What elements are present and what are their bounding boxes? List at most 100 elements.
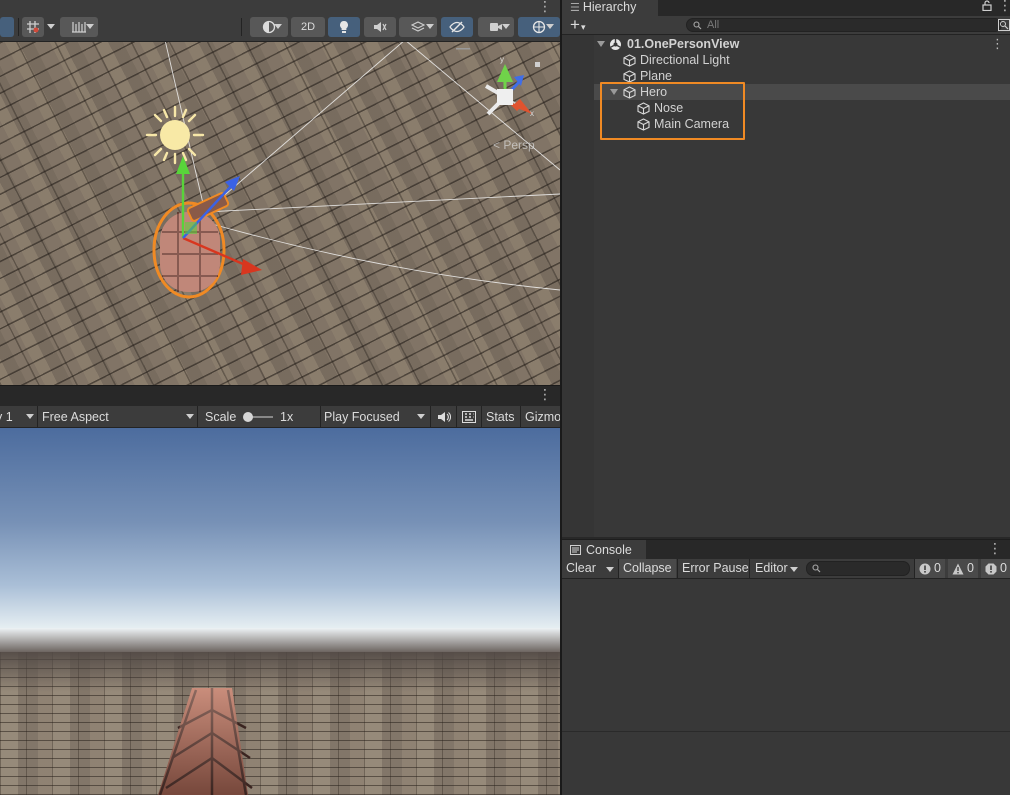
kebab-icon[interactable]: ⋮ (538, 0, 552, 13)
tab-hierarchy-label: Hierarchy (582, 0, 637, 14)
game-tabbar: ⋮ (0, 385, 560, 406)
scene-visibility-button[interactable] (441, 17, 473, 37)
editor-dropdown-arrow[interactable] (790, 567, 798, 572)
increment-snap-dropdown-arrow[interactable] (86, 24, 94, 29)
kebab-icon[interactable]: ⋮ (988, 541, 1002, 555)
2d-mode-label: 2D (300, 21, 316, 33)
scene-name: 01.OnePersonView (627, 37, 740, 51)
lighting-toggle-button[interactable] (328, 17, 360, 37)
search-icon (812, 564, 821, 573)
2d-mode-button[interactable]: 2D (291, 17, 325, 37)
hero-nose-in-view (158, 688, 253, 795)
play-mode-dropdown-arrow[interactable] (417, 414, 425, 419)
lock-icon[interactable] (982, 0, 992, 11)
tab-hierarchy[interactable]: ☰ Hierarchy (562, 0, 658, 16)
annotation-highlight-box (600, 82, 745, 140)
scene-view[interactable]: y x < Persp (0, 42, 560, 385)
directional-light-gizmo[interactable] (145, 105, 205, 165)
kebab-icon[interactable]: ⋮ (991, 36, 1004, 52)
hierarchy-item-directional-light[interactable]: Directional Light (594, 52, 1010, 68)
toolbar-separator (197, 406, 198, 427)
kebab-icon[interactable]: ⋮ (998, 0, 1010, 12)
info-count: 0 (934, 561, 941, 575)
orientation-gizmo[interactable]: y x (484, 55, 540, 118)
scale-label: Scale (205, 410, 237, 424)
info-filter-toggle[interactable]: 0 (915, 559, 945, 578)
console-toolbar: Clear Collapse Error Pause Editor 0 0 0 (562, 559, 1010, 579)
hierarchy-search-placeholder: All (707, 19, 720, 31)
speaker-icon[interactable] (437, 411, 451, 423)
play-mode-select[interactable]: Play Focused (324, 410, 400, 424)
warning-count: 0 (967, 561, 974, 575)
warning-icon (952, 563, 964, 575)
increment-snap-icon (72, 22, 86, 33)
search-icon (693, 21, 702, 30)
gizmo-axis-y-label: y (500, 55, 504, 64)
hierarchy-tabbar: ☰ Hierarchy ⋮ (562, 0, 1010, 16)
scene-root-row[interactable]: 01.OnePersonView ⋮ (594, 36, 1010, 52)
error-count: 0 (1000, 561, 1007, 575)
add-object-button[interactable]: +▾ (570, 15, 585, 35)
effects-dropdown-arrow[interactable] (426, 24, 434, 29)
kebab-icon[interactable]: ⋮ (538, 387, 552, 401)
scale-slider-handle[interactable] (243, 412, 253, 422)
grid-snap-button[interactable] (22, 17, 44, 37)
unity-scene-icon (610, 39, 621, 50)
camera-settings-dropdown-arrow[interactable] (502, 24, 510, 29)
editor-target-select[interactable]: Editor (751, 559, 792, 578)
tab-console-label: Console (586, 543, 632, 557)
gizmos-dropdown-arrow[interactable] (546, 24, 554, 29)
list-icon: ☰ (570, 2, 580, 14)
info-icon (919, 563, 931, 575)
stats-button[interactable]: Stats (486, 410, 515, 424)
game-view[interactable] (0, 428, 560, 795)
search-scope-icon[interactable] (998, 19, 1010, 31)
tab-console[interactable]: Console (562, 540, 646, 560)
overlay-handle[interactable] (456, 48, 470, 50)
console-detail-pane[interactable] (562, 731, 1010, 795)
toolbar-separator (456, 406, 457, 427)
layers-effects-icon (411, 21, 425, 32)
gameobject-cube-icon (623, 54, 636, 67)
display-dropdown-arrow[interactable] (26, 414, 34, 419)
error-filter-toggle[interactable]: 0 (981, 559, 1010, 578)
expand-triangle-icon[interactable] (597, 41, 605, 47)
transform-tool-button[interactable] (0, 17, 14, 37)
scale-value: 1x (280, 410, 294, 424)
hero-object[interactable] (152, 192, 230, 299)
error-pause-toggle[interactable]: Error Pause (678, 559, 753, 578)
toolbar-separator (37, 406, 38, 427)
toolbar-separator (520, 406, 521, 427)
scene-toolbar: 2D ⋮ (0, 0, 560, 42)
draw-mode-dropdown-arrow[interactable] (274, 24, 282, 29)
toolbar-separator (18, 18, 19, 36)
scene-overlay: y x (145, 42, 560, 299)
console-log-list[interactable] (562, 579, 1010, 731)
draw-mode-button[interactable] (250, 17, 288, 37)
eye-hidden-icon (449, 21, 465, 33)
clear-button[interactable]: Clear (562, 559, 600, 578)
gizmo-globe-icon (532, 20, 546, 34)
aspect-select[interactable]: Free Aspect (42, 410, 109, 424)
toolbar-separator (241, 18, 242, 36)
gizmos-button[interactable]: Gizmo (525, 410, 560, 424)
scene-persp-label[interactable]: < Persp (493, 138, 535, 152)
hierarchy-toolbar: +▾ All (562, 15, 1010, 35)
keyboard-icon[interactable] (462, 411, 476, 423)
grid-snap-icon (27, 21, 39, 33)
grid-snap-dropdown-arrow[interactable] (47, 24, 55, 29)
error-icon (985, 563, 997, 575)
console-search-input[interactable] (806, 561, 910, 576)
toolbar-separator (749, 559, 750, 578)
game-toolbar: y 1 Free Aspect Scale 1x Play Focused St… (0, 406, 560, 428)
warning-filter-toggle[interactable]: 0 (948, 559, 978, 578)
audio-toggle-button[interactable] (364, 17, 396, 37)
collapse-toggle[interactable]: Collapse (619, 559, 676, 578)
plus-icon: + (570, 15, 580, 34)
audio-mute-icon (374, 22, 387, 32)
toolbar-separator (430, 406, 431, 427)
display-select[interactable]: y 1 (0, 410, 13, 424)
clear-dropdown-arrow[interactable] (606, 567, 614, 572)
hierarchy-search-input[interactable]: All (686, 18, 1002, 32)
aspect-dropdown-arrow[interactable] (186, 414, 194, 419)
